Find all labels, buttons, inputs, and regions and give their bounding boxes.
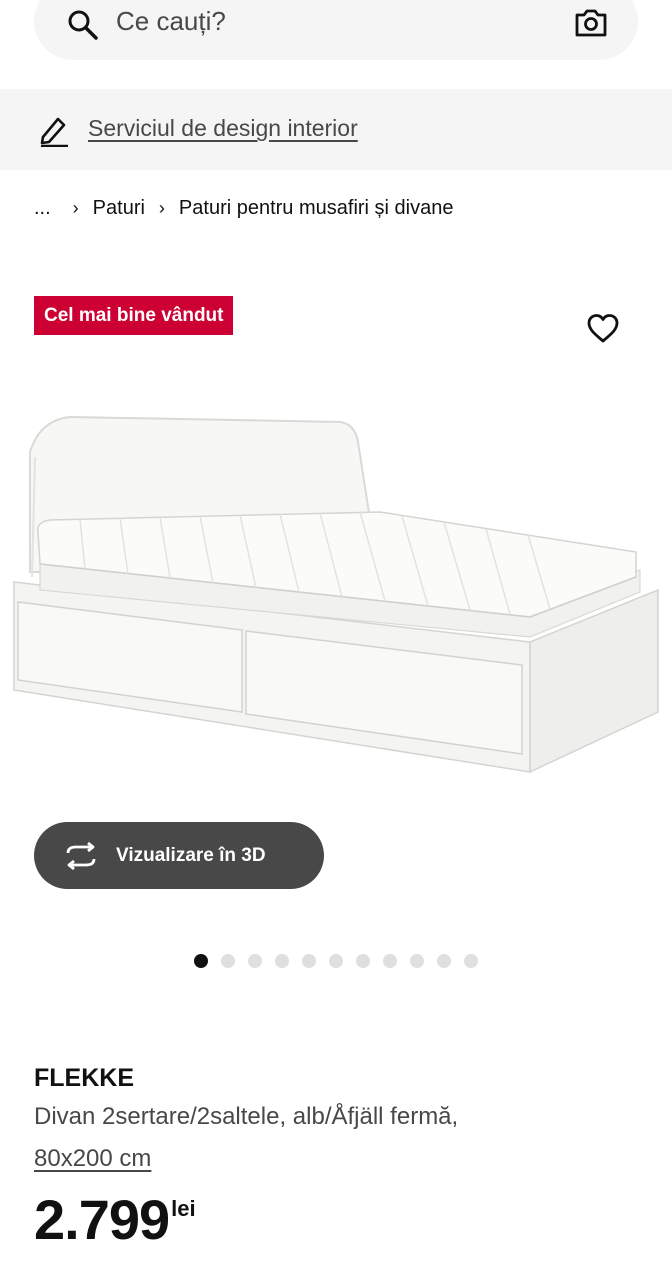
search-icon	[68, 10, 98, 40]
pagination-dot[interactable]	[194, 954, 208, 968]
pagination-dot[interactable]	[383, 954, 397, 968]
product-name: FLEKKE	[34, 1064, 134, 1092]
camera-icon[interactable]	[574, 6, 608, 40]
pagination-dot[interactable]	[302, 954, 316, 968]
view-3d-button[interactable]: Vizualizare în 3D	[34, 822, 324, 889]
pencil-icon	[40, 117, 68, 147]
design-service-link[interactable]: Serviciul de design interior	[88, 115, 358, 142]
product-price: 2.799 lei	[34, 1190, 196, 1250]
breadcrumb-item-guest-beds[interactable]: Paturi pentru musafiri și divane	[179, 197, 454, 220]
breadcrumb-ellipsis[interactable]: ...	[34, 197, 51, 220]
view-3d-label: Vizualizare în 3D	[116, 844, 266, 866]
product-image	[13, 415, 659, 774]
pagination-dot[interactable]	[410, 954, 424, 968]
image-pagination	[194, 954, 478, 968]
rotate-3d-icon	[66, 841, 96, 870]
design-service-bar[interactable]: Serviciul de design interior	[0, 89, 672, 170]
price-value: 2.799	[34, 1188, 170, 1251]
pagination-dot[interactable]	[356, 954, 370, 968]
product-gallery[interactable]: Cel mai bine vândut Vizualizare în 3D	[0, 250, 672, 1010]
breadcrumb: ... › Paturi › Paturi pentru musafiri și…	[34, 194, 468, 222]
pagination-dot[interactable]	[221, 954, 235, 968]
search-input[interactable]: Ce cauți?	[116, 6, 226, 37]
breadcrumb-item-paturi[interactable]: Paturi	[93, 197, 145, 220]
heart-icon[interactable]	[586, 312, 620, 346]
chevron-right-icon: ›	[72, 197, 79, 218]
product-description: Divan 2sertare/2saltele, alb/Åfjäll ferm…	[34, 1103, 459, 1130]
pagination-dot[interactable]	[275, 954, 289, 968]
search-bar[interactable]: Ce cauți?	[34, 0, 638, 60]
bestseller-badge: Cel mai bine vândut	[34, 296, 234, 335]
price-currency: lei	[171, 1196, 196, 1221]
pagination-dot[interactable]	[248, 954, 262, 968]
pagination-dot[interactable]	[464, 954, 478, 968]
pagination-dot[interactable]	[329, 954, 343, 968]
product-size-link[interactable]: 80x200 cm	[34, 1145, 151, 1173]
chevron-right-icon: ›	[158, 197, 165, 218]
pagination-dot[interactable]	[437, 954, 451, 968]
